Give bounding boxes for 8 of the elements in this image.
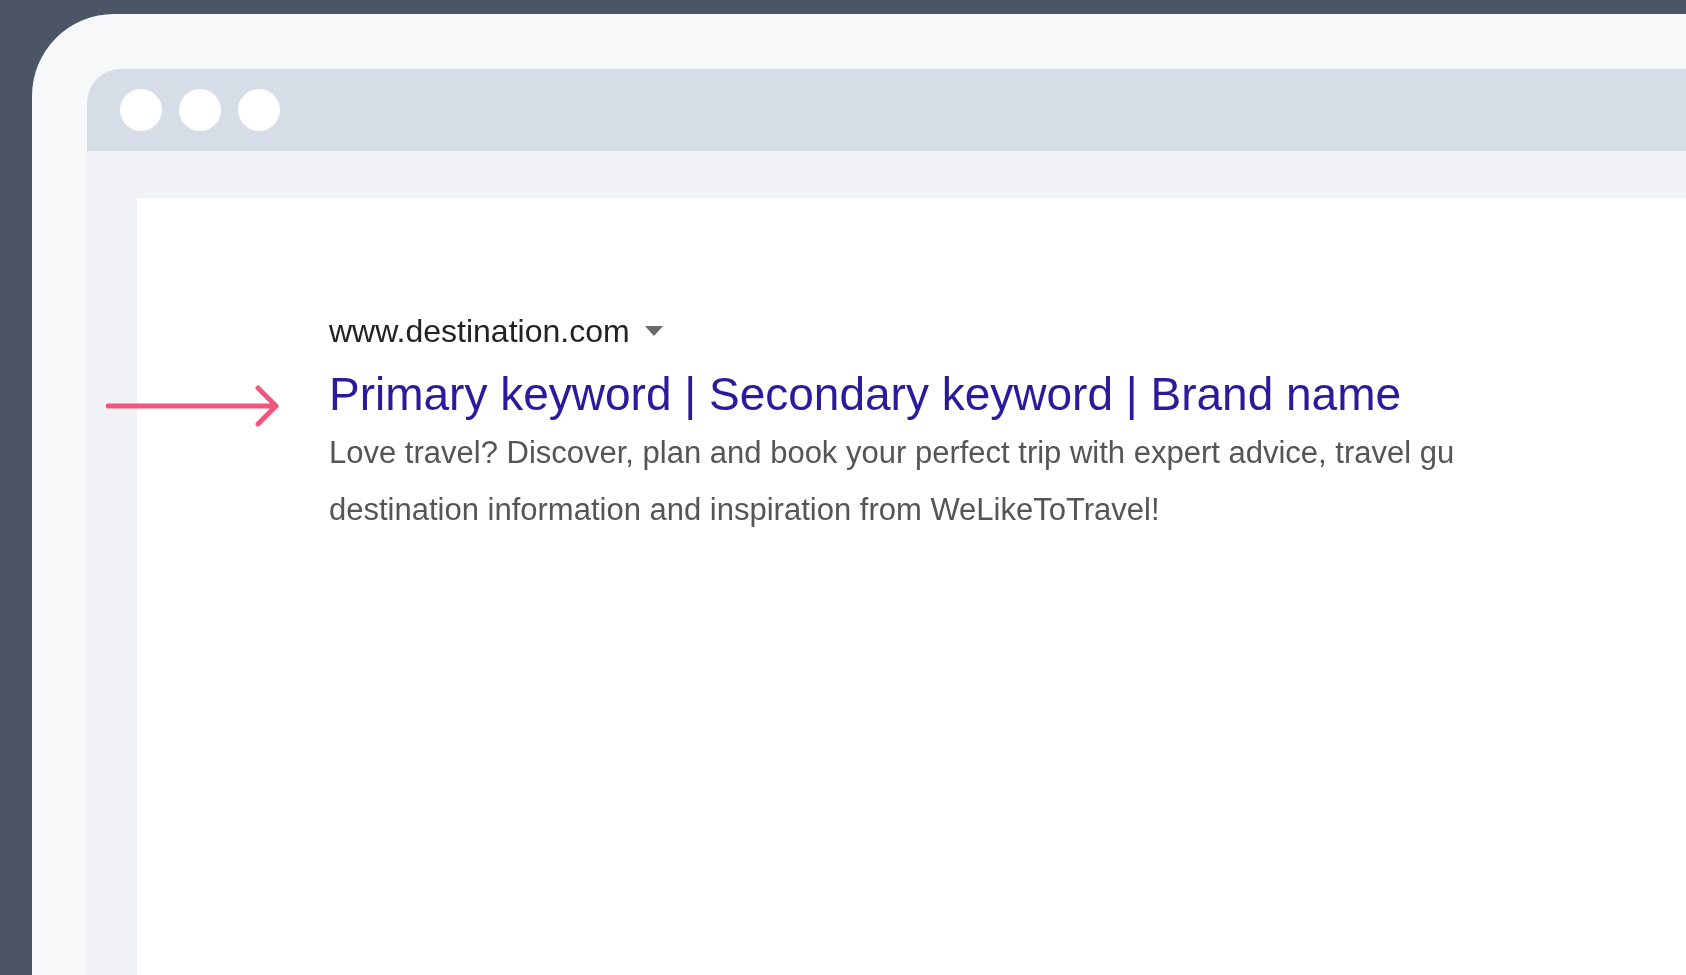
window-dot-icon [120,89,162,131]
window-dot-icon [179,89,221,131]
window-dot-icon [238,89,280,131]
dropdown-caret-icon[interactable] [643,325,664,337]
result-snippet: Love travel? Discover, plan and book your perfect trip with expert advice, travel gu [329,434,1456,472]
result-url: www.destination.com [329,312,630,350]
result-title-link[interactable]: Primary keyword | Secondary keyword | Brand name [329,364,1402,424]
result-snippet: destination information and inspiration from WeLikeToTravel! [329,491,1161,529]
